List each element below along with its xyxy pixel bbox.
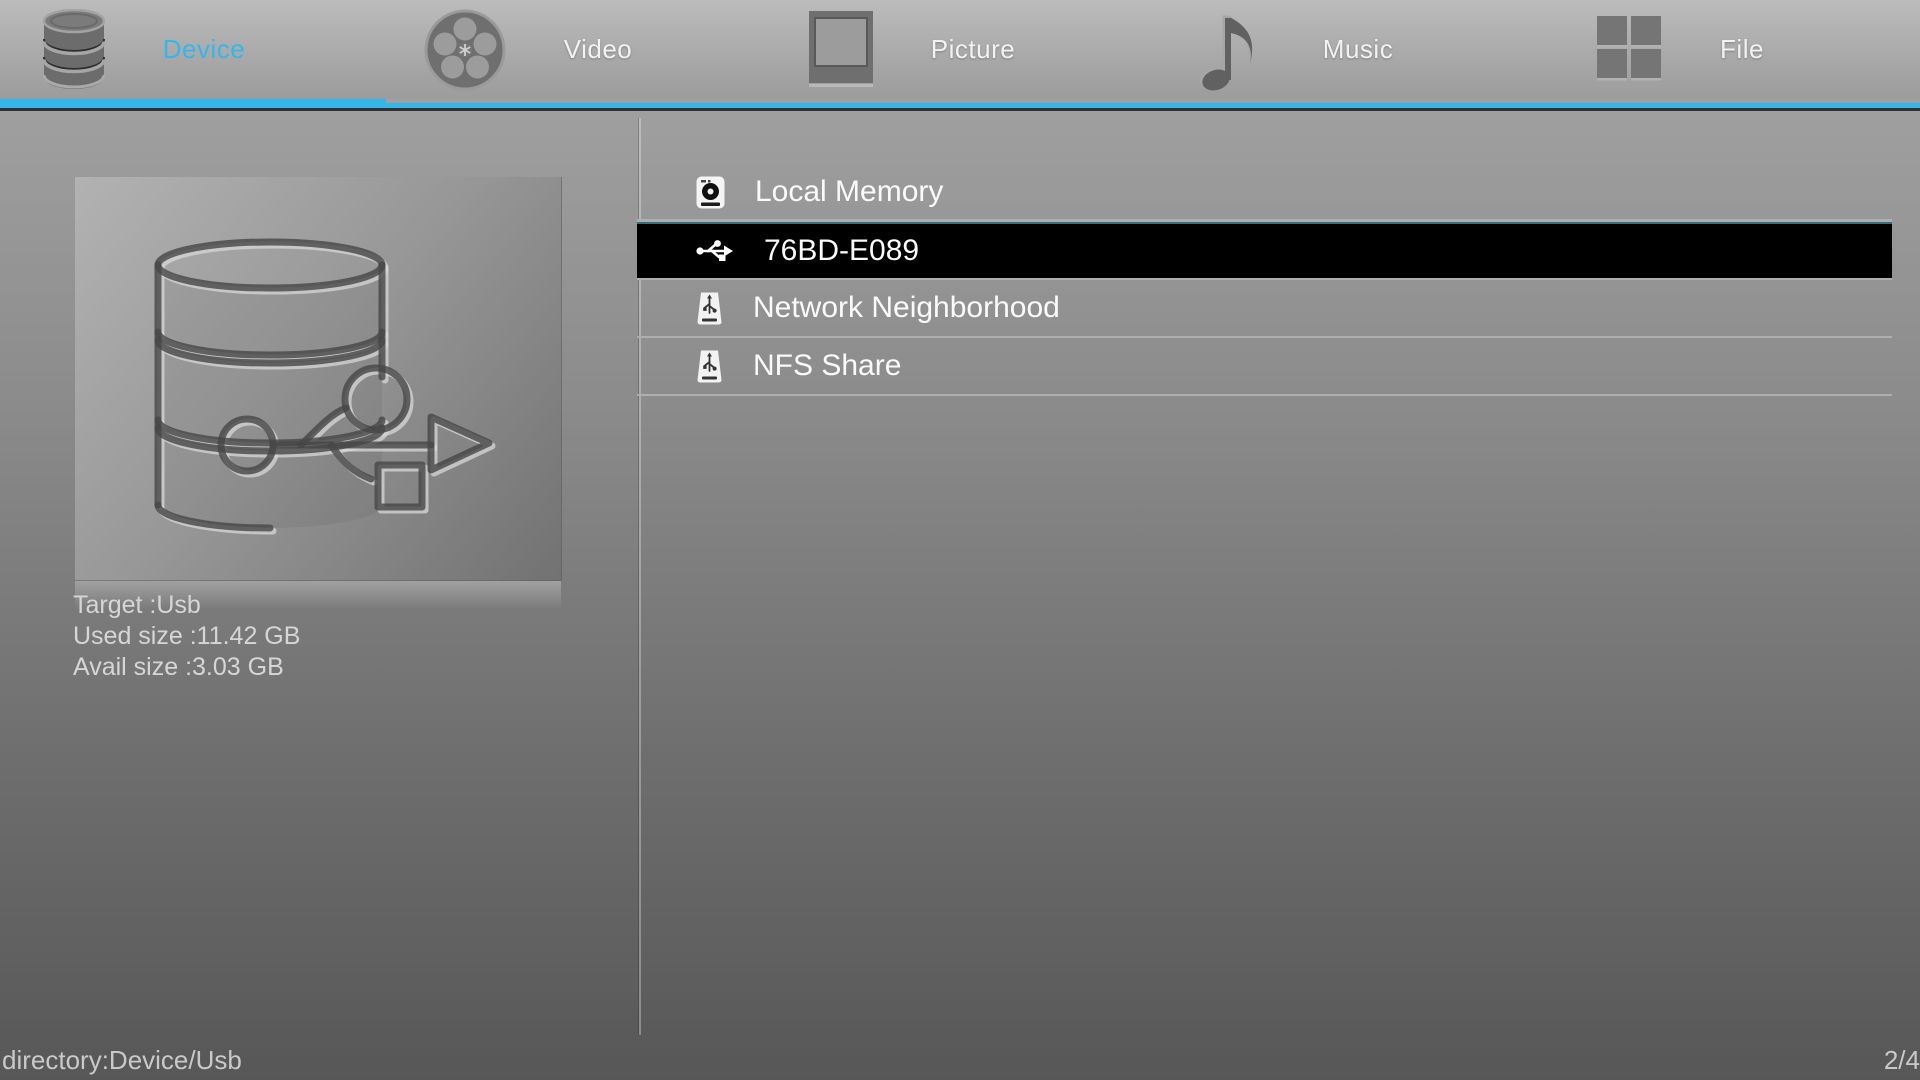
page-indicator: 2/4	[1884, 1045, 1920, 1076]
top-tab-bar: Device Video	[0, 0, 1920, 99]
tab-device-label: Device	[163, 34, 245, 65]
list-item-label: Local Memory	[755, 175, 943, 209]
tab-device[interactable]: Device	[0, 0, 336, 99]
list-item-network-neighborhood[interactable]: Network Neighborhood	[637, 280, 1892, 338]
network-drive-icon	[696, 292, 723, 325]
tab-video[interactable]: Video	[336, 0, 720, 99]
usb-symbol-icon	[696, 238, 734, 264]
tab-music[interactable]: Music	[1104, 0, 1488, 99]
tab-video-label: Video	[564, 34, 633, 65]
avail-size-line: Avail size :3.03 GB	[73, 652, 300, 683]
tab-file-label: File	[1720, 34, 1764, 65]
film-reel-icon	[424, 9, 506, 91]
list-item-label: NFS Share	[753, 349, 901, 383]
database-icon	[43, 9, 105, 91]
tab-picture[interactable]: Picture	[720, 0, 1104, 99]
hard-drive-icon	[696, 176, 725, 209]
grid-icon	[1596, 16, 1662, 84]
music-note-icon	[1199, 6, 1265, 94]
list-item-local-memory[interactable]: Local Memory	[637, 164, 1892, 222]
tab-picture-label: Picture	[931, 34, 1015, 65]
tab-file[interactable]: File	[1488, 0, 1872, 99]
header-divider-line	[0, 108, 1920, 111]
device-info: Target :Usb Used size :11.42 GB Avail si…	[73, 590, 300, 683]
storage-list: Local Memory 76BD-E089	[637, 164, 1892, 396]
list-item-label: Network Neighborhood	[753, 291, 1060, 325]
tab-music-label: Music	[1323, 34, 1393, 65]
picture-frame-icon	[809, 11, 873, 89]
current-directory-path: directory:Device/Usb	[2, 1045, 242, 1076]
used-size-line: Used size :11.42 GB	[73, 621, 300, 652]
list-item-label: 76BD-E089	[764, 234, 919, 268]
device-preview-image	[75, 177, 562, 581]
active-tab-underline	[0, 99, 386, 108]
list-item-nfs-share[interactable]: NFS Share	[637, 338, 1892, 396]
network-drive-icon	[696, 350, 723, 383]
usb-database-emblem-icon	[75, 177, 561, 580]
target-line: Target :Usb	[73, 590, 300, 621]
list-item-usb-volume[interactable]: 76BD-E089	[637, 222, 1892, 280]
